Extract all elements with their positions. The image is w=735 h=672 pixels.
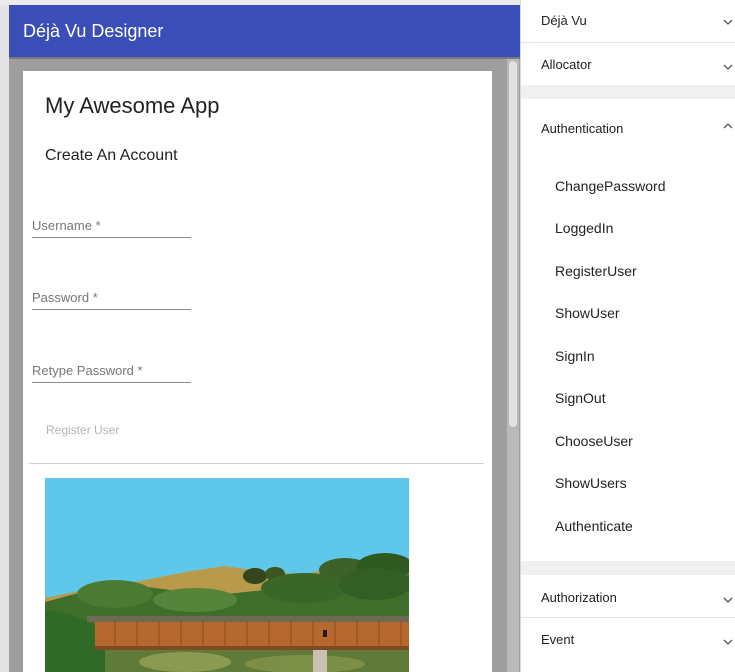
group-authorization-title: Authorization xyxy=(541,590,617,605)
component-item[interactable]: RegisterUser xyxy=(555,263,637,279)
chevron-up-icon[interactable] xyxy=(723,121,733,131)
component-panel: Déjà Vu Allocator Authentication ChangeP… xyxy=(520,0,735,672)
covered-bridge-photo xyxy=(45,478,409,672)
register-user-button[interactable]: Register User xyxy=(46,423,119,437)
canvas-scrollbar[interactable] xyxy=(507,59,519,672)
app-title: My Awesome App xyxy=(45,93,220,118)
password-field[interactable]: Password * xyxy=(32,285,191,310)
group-authentication: Authentication ChangePassword LoggedIn R… xyxy=(521,99,735,561)
group-allocator-title: Allocator xyxy=(541,57,592,72)
group-allocator[interactable]: Allocator xyxy=(521,43,735,85)
component-item[interactable]: ShowUser xyxy=(555,305,620,321)
group-event-title: Event xyxy=(541,632,575,647)
divider xyxy=(29,463,484,464)
chevron-down-icon[interactable] xyxy=(723,62,733,72)
group-authentication-title: Authentication xyxy=(541,121,624,136)
component-item[interactable]: Authenticate xyxy=(555,518,633,534)
designer-title: Déjà Vu Designer xyxy=(23,21,164,41)
chevron-down-icon[interactable] xyxy=(723,637,733,647)
component-item[interactable]: LoggedIn xyxy=(555,220,613,236)
username-label: Username * xyxy=(32,218,101,233)
username-field[interactable]: Username * xyxy=(32,213,191,238)
retype-password-field[interactable]: Retype Password * xyxy=(32,358,191,383)
chevron-down-icon[interactable] xyxy=(723,17,733,27)
group-authorization[interactable]: Authorization xyxy=(521,575,735,617)
password-label: Password * xyxy=(32,290,98,305)
group-dejavu-title: Déjà Vu xyxy=(541,13,587,28)
component-item[interactable]: ChooseUser xyxy=(555,433,633,449)
scrollbar-thumb[interactable] xyxy=(509,61,517,427)
designer-header: Déjà Vu Designer xyxy=(9,5,520,57)
group-authentication-header[interactable]: Authentication xyxy=(521,99,735,157)
group-event[interactable]: Event xyxy=(521,618,735,672)
chevron-down-icon[interactable] xyxy=(723,595,733,605)
group-dejavu[interactable]: Déjà Vu xyxy=(521,0,735,42)
component-item[interactable]: ShowUsers xyxy=(555,475,627,491)
component-item[interactable]: ChangePassword xyxy=(555,178,666,194)
app-preview-card: My Awesome App Create An Account Usernam… xyxy=(23,71,492,672)
section-title: Create An Account xyxy=(45,147,178,164)
retype-password-label: Retype Password * xyxy=(32,363,143,378)
component-item[interactable]: SignOut xyxy=(555,390,606,406)
component-item[interactable]: SignIn xyxy=(555,348,595,364)
